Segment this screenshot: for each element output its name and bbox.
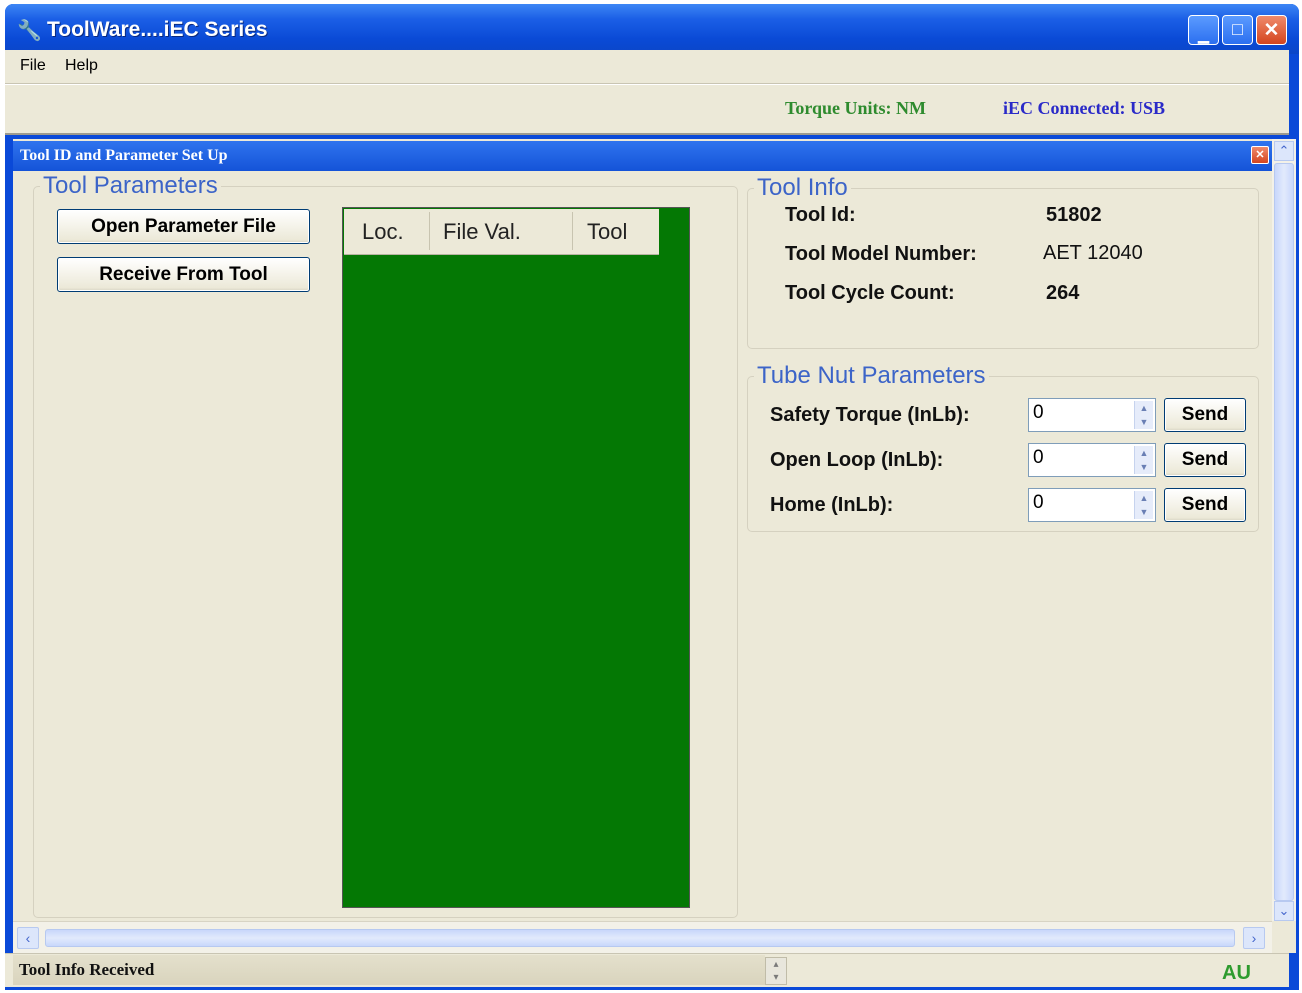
scroll-left-icon[interactable]: ‹ — [17, 927, 39, 949]
status-message: Tool Info Received — [19, 960, 155, 979]
safety-torque-value[interactable]: 0 — [1033, 402, 1044, 424]
child-close-button[interactable]: ✕ — [1251, 146, 1269, 164]
column-header-tool[interactable]: Tool — [587, 219, 627, 245]
tube-nut-parameters-legend: Tube Nut Parameters — [757, 362, 986, 389]
vertical-scrollbar[interactable]: ⌃ ⌄ — [1272, 139, 1296, 921]
minimize-icon: ▁ — [1198, 27, 1209, 43]
wrench-icon: 🔧 — [17, 20, 42, 42]
receive-from-tool-button[interactable]: Receive From Tool — [57, 257, 310, 292]
tool-cycle-count-value: 264 — [1046, 282, 1080, 304]
column-header-file-val[interactable]: File Val. — [443, 219, 521, 245]
menu-bar: File Help — [5, 50, 1289, 84]
parameter-grid[interactable] — [342, 207, 690, 908]
tool-cycle-count-label: Tool Cycle Count: — [785, 282, 955, 304]
close-icon: ✕ — [1263, 20, 1280, 41]
column-header-loc[interactable]: Loc. — [362, 219, 404, 245]
title-bar[interactable]: 🔧 ToolWare....iEC Series ▁ □ ✕ — [5, 4, 1299, 54]
window-title: ToolWare....iEC Series — [47, 18, 268, 41]
menu-help[interactable]: Help — [65, 57, 98, 75]
child-window-title: Tool ID and Parameter Set Up — [20, 147, 228, 164]
open-loop-input[interactable]: 0 ▲ ▼ — [1028, 443, 1156, 477]
safety-torque-label: Safety Torque (InLb): — [770, 404, 970, 426]
column-divider[interactable] — [429, 212, 430, 250]
scroll-corner — [1272, 921, 1296, 953]
menu-file[interactable]: File — [20, 57, 46, 75]
close-icon: ✕ — [1255, 149, 1265, 161]
send-open-loop-button[interactable]: Send — [1164, 443, 1246, 477]
send-safety-torque-button[interactable]: Send — [1164, 398, 1246, 432]
column-divider[interactable] — [572, 212, 573, 250]
safety-torque-input[interactable]: 0 ▲ ▼ — [1028, 398, 1156, 432]
send-home-button[interactable]: Send — [1164, 488, 1246, 522]
scroll-up-icon[interactable]: ⌃ — [1274, 141, 1294, 161]
maximize-icon: □ — [1232, 19, 1243, 39]
status-spinner-icon[interactable]: ▴ ▾ — [765, 957, 787, 985]
vertical-scroll-thumb[interactable] — [1274, 163, 1294, 901]
spinner-arrows-icon[interactable]: ▲ ▼ — [1134, 446, 1153, 474]
minimize-button[interactable]: ▁ — [1188, 15, 1219, 45]
status-indicator: AU — [1222, 962, 1251, 984]
connection-status: iEC Connected: USB — [1003, 98, 1166, 118]
home-input[interactable]: 0 ▲ ▼ — [1028, 488, 1156, 522]
horizontal-scroll-thumb[interactable] — [45, 929, 1235, 947]
tool-info-legend: Tool Info — [757, 174, 848, 201]
open-loop-value[interactable]: 0 — [1033, 447, 1044, 469]
tool-id-label: Tool Id: — [785, 204, 856, 226]
tool-id-value: 51802 — [1046, 204, 1102, 226]
spinner-arrows-icon[interactable]: ▲ ▼ — [1134, 401, 1153, 429]
torque-units-label: Torque Units: NM — [785, 98, 927, 118]
tool-model-value: AET 12040 — [1043, 242, 1143, 264]
maximize-button[interactable]: □ — [1222, 15, 1253, 45]
scroll-down-icon[interactable]: ⌄ — [1274, 901, 1294, 921]
open-loop-label: Open Loop (InLb): — [770, 449, 944, 471]
tool-parameters-legend: Tool Parameters — [43, 172, 218, 199]
horizontal-scrollbar[interactable]: ‹ › — [13, 921, 1272, 954]
spinner-arrows-icon[interactable]: ▲ ▼ — [1134, 491, 1153, 519]
home-label: Home (InLb): — [770, 494, 894, 516]
open-parameter-file-button[interactable]: Open Parameter File — [57, 209, 310, 244]
close-button[interactable]: ✕ — [1256, 15, 1287, 45]
tool-model-label: Tool Model Number: — [785, 243, 977, 265]
home-value[interactable]: 0 — [1033, 492, 1044, 514]
scroll-right-icon[interactable]: › — [1243, 927, 1265, 949]
